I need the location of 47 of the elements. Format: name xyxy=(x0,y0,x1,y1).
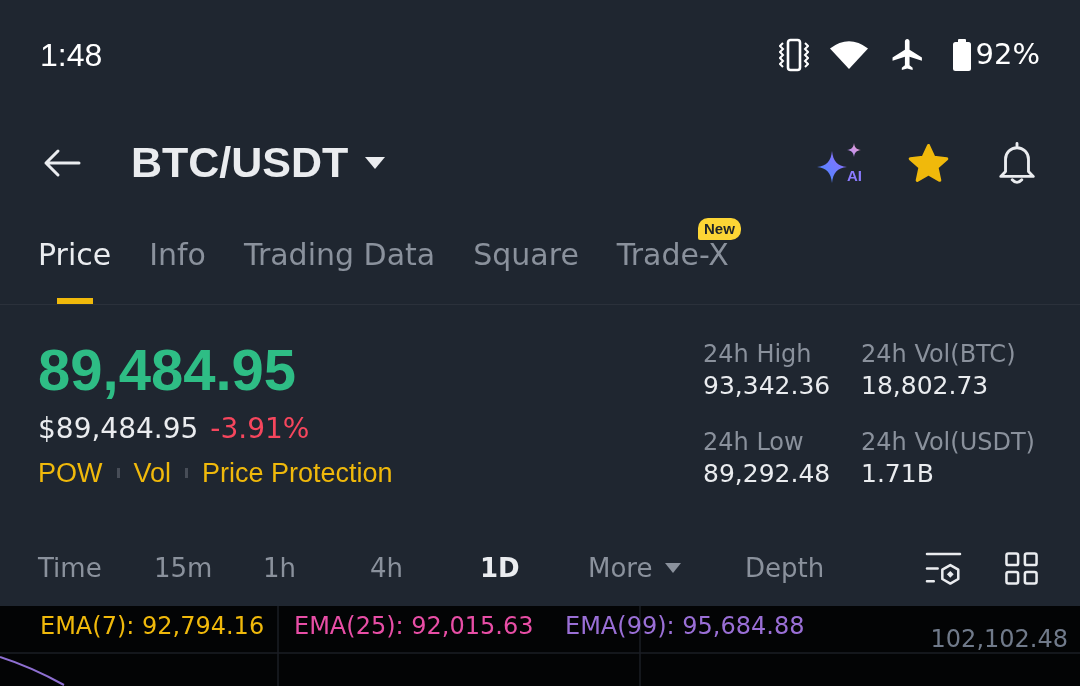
clock-time: 1:48 xyxy=(40,38,103,71)
last-price: 89,484.95 xyxy=(38,340,297,399)
pair-selector[interactable]: BTC/USDT xyxy=(131,141,386,185)
caret-icon xyxy=(665,563,682,574)
battery-percentage: 92% xyxy=(975,40,1040,70)
interval-tab[interactable]: Depth xyxy=(745,555,825,582)
tag-link[interactable]: POW xyxy=(38,459,103,487)
grid-view-icon[interactable] xyxy=(1005,551,1038,585)
stat-value: 89,292.48 xyxy=(703,460,832,486)
stat-label: 24h Low xyxy=(703,429,805,454)
caret-icon xyxy=(365,156,386,169)
fiat-price: $89,484.95 xyxy=(38,414,199,443)
ai-assistant-button[interactable]: AI xyxy=(817,142,862,183)
ema-line xyxy=(0,656,65,686)
indicator-value: EMA(25): 92,015.63 xyxy=(294,614,534,639)
indicator-settings-icon[interactable] xyxy=(925,550,962,586)
indicator-value: EMA(7): 92,794.16 xyxy=(40,614,265,639)
stat-value: 1.71B xyxy=(861,460,935,486)
interval-tab[interactable]: 1h xyxy=(263,555,297,582)
stat-label: 24h Vol(USDT) xyxy=(861,429,1036,454)
stat-label: 24h Vol(BTC) xyxy=(861,341,1017,366)
interval-tab[interactable]: Time xyxy=(38,555,102,582)
interval-tab[interactable]: 4h xyxy=(370,555,404,582)
tag-link[interactable]: Price Protection xyxy=(202,459,393,487)
airplane-icon xyxy=(890,38,925,72)
more-dropdown[interactable]: More xyxy=(588,555,682,582)
back-arrow-icon[interactable] xyxy=(43,147,81,178)
stat-label: 24h High xyxy=(703,341,813,366)
tab[interactable]: Price xyxy=(38,239,112,304)
stat-value: 93,342.36 xyxy=(703,372,832,398)
interval-tab[interactable]: 1D xyxy=(480,555,520,582)
tab[interactable]: Square xyxy=(473,239,579,304)
interval-tab[interactable]: 15m xyxy=(154,555,213,582)
tag-link[interactable]: Vol xyxy=(133,459,172,487)
vibrate-icon xyxy=(778,36,809,73)
tab[interactable]: Info xyxy=(149,239,206,304)
price-axis-label: 102,102.48 xyxy=(930,627,1068,652)
bell-icon[interactable] xyxy=(997,140,1037,185)
battery-icon xyxy=(952,38,971,71)
star-icon[interactable] xyxy=(907,142,950,183)
tab[interactable]: Trading Data xyxy=(243,239,436,304)
price-change: -3.91% xyxy=(210,414,310,443)
wifi-icon xyxy=(828,39,869,70)
new-badge: New xyxy=(698,217,741,240)
stat-value: 18,802.73 xyxy=(861,372,990,398)
indicator-value: EMA(99): 95,684.88 xyxy=(565,614,805,639)
tab[interactable]: Trade-X xyxy=(616,239,729,304)
